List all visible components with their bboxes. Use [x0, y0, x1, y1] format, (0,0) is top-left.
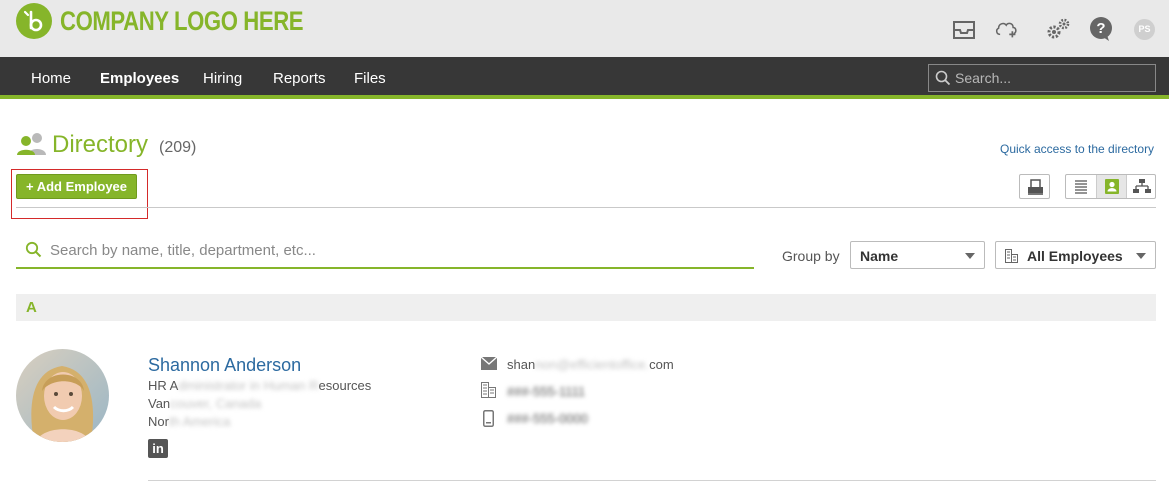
nav-item-reports[interactable]: Reports	[273, 70, 326, 87]
employee-row-divider	[148, 480, 1156, 481]
employee-title: HR Administrator in Human Resources	[148, 378, 371, 393]
letter-group-header: A	[16, 294, 1156, 321]
employee-region-redacted: th America	[168, 414, 231, 429]
employee-email-end: com	[649, 357, 674, 372]
chevron-down-icon	[965, 253, 975, 259]
employee-region-visible: Nor	[148, 414, 169, 429]
employee-work-phone[interactable]: ###-555-1111	[507, 384, 585, 399]
employee-title-tail: esources	[318, 378, 372, 393]
employee-name-link[interactable]: Shannon Anderson	[148, 355, 301, 376]
global-search-input[interactable]	[955, 68, 1150, 88]
card-view-icon	[1105, 179, 1119, 194]
employee-location-redacted: couver, Canada	[170, 396, 262, 411]
card-view-button[interactable]	[1096, 175, 1126, 198]
search-icon	[935, 70, 951, 86]
employee-photo[interactable]	[16, 349, 109, 442]
print-button[interactable]	[1019, 174, 1050, 199]
directory-search-input[interactable]	[50, 239, 740, 261]
main-nav: Home Employees Hiring Reports Files	[0, 57, 1169, 99]
org-chart-view-button[interactable]	[1126, 175, 1156, 198]
group-by-label: Group by	[782, 248, 840, 264]
chevron-down-icon	[1136, 253, 1146, 259]
svg-text:?: ?	[1096, 20, 1105, 37]
employee-mobile-phone[interactable]: ###-555-0000	[507, 411, 588, 426]
nav-item-employees[interactable]: Employees	[100, 70, 179, 87]
employee-email-start: shan	[507, 357, 536, 372]
office-phone-icon	[481, 382, 496, 398]
org-chart-icon	[1133, 179, 1151, 193]
highlight-annotation	[11, 169, 148, 219]
employee-email[interactable]: shannon@efficientoffice.com	[507, 357, 674, 372]
employee-filter-select[interactable]: All Employees	[995, 241, 1156, 269]
settings-gears-icon[interactable]	[1045, 16, 1071, 42]
employee-region: North America	[148, 414, 230, 429]
list-view-icon	[1075, 180, 1087, 194]
search-icon	[25, 241, 42, 258]
directory-search	[16, 232, 754, 269]
building-icon	[1005, 249, 1018, 263]
letter-group-label: A	[26, 299, 37, 316]
print-icon	[1028, 179, 1043, 195]
logo-icon	[16, 3, 52, 39]
global-search	[928, 64, 1156, 92]
people-icon	[17, 133, 46, 155]
cloud-upload-icon[interactable]	[994, 16, 1020, 42]
mobile-phone-icon	[483, 410, 494, 427]
employee-location-visible: Van	[148, 396, 171, 411]
top-header: COMPANY LOGO HERE ? PS	[0, 0, 1169, 57]
nav-item-hiring[interactable]: Hiring	[203, 70, 242, 87]
page-title: Directory	[52, 131, 149, 158]
nav-item-home[interactable]: Home	[31, 70, 71, 87]
user-avatar[interactable]: PS	[1134, 19, 1155, 40]
quick-access-link[interactable]: Quick access to the directory	[1000, 142, 1154, 156]
list-view-button[interactable]	[1066, 175, 1096, 198]
group-by-select[interactable]: Name	[850, 241, 985, 269]
employee-email-redacted: non@efficientoffice.	[535, 357, 650, 372]
view-toggle-group	[1065, 174, 1156, 199]
employee-title-visible: HR A	[148, 378, 179, 393]
linkedin-icon[interactable]: in	[148, 439, 168, 458]
employee-title-redacted: dministrator in Human R	[178, 378, 319, 393]
help-icon[interactable]: ?	[1089, 16, 1115, 42]
nav-item-files[interactable]: Files	[354, 70, 386, 87]
inbox-icon[interactable]	[951, 16, 977, 42]
employee-filter-value: All Employees	[1027, 248, 1123, 264]
group-by-value: Name	[860, 248, 899, 264]
header-divider	[16, 207, 1156, 208]
email-icon	[481, 357, 497, 370]
employee-count: (209)	[159, 139, 197, 156]
logo-text: COMPANY LOGO HERE	[60, 6, 304, 36]
employee-location: Vancouver, Canada	[148, 396, 261, 411]
